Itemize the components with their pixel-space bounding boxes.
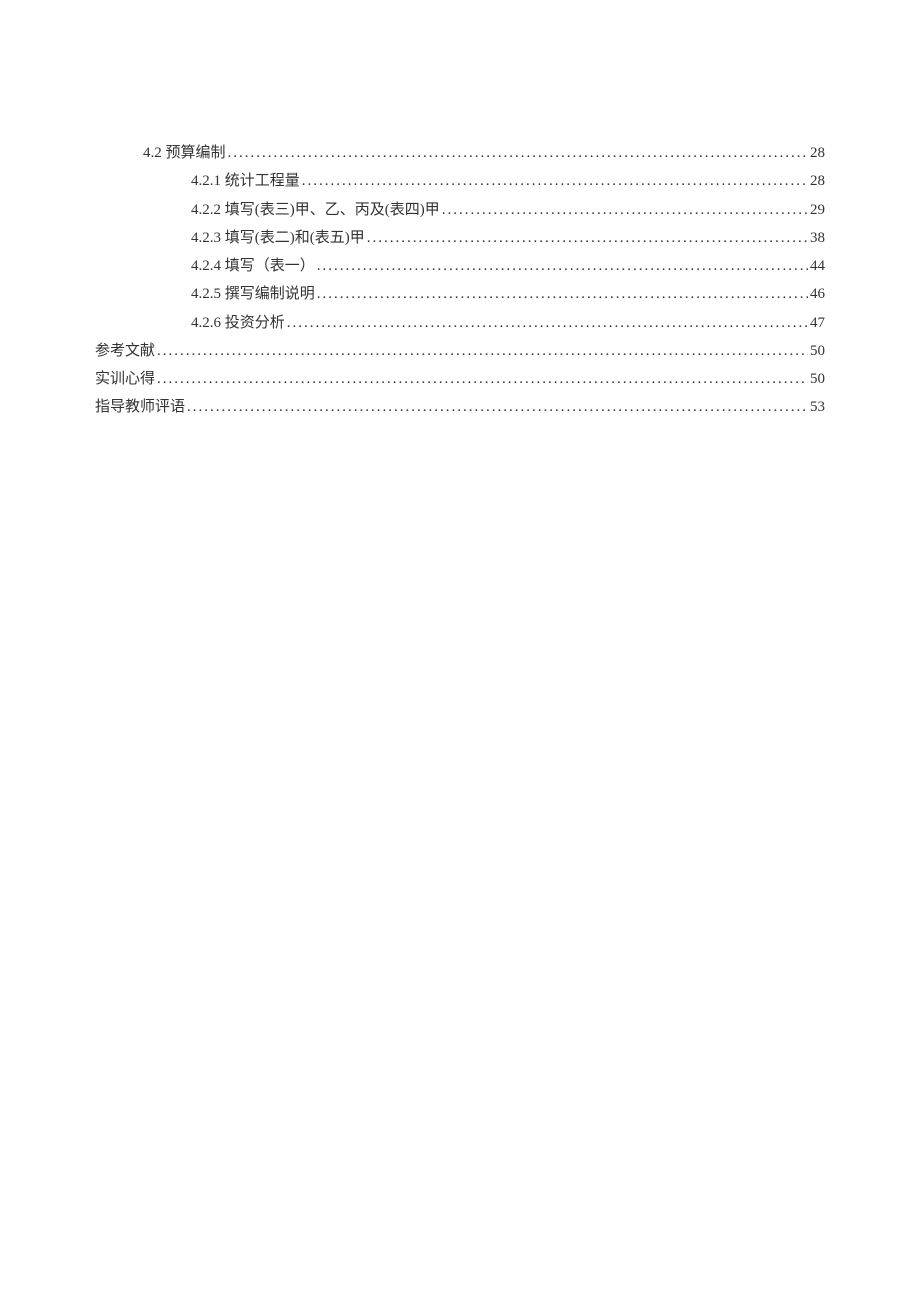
toc-leader-dots — [157, 338, 808, 364]
toc-entry: 4.2.5 撰写编制说明 46 — [95, 281, 825, 307]
toc-entry: 4.2.4 填写（表一） 44 — [95, 253, 825, 279]
toc-label: 4.2.5 撰写编制说明 — [191, 281, 315, 307]
toc-entry: 4.2.1 统计工程量 28 — [95, 168, 825, 194]
toc-page-number: 53 — [810, 394, 825, 420]
toc-page-number: 28 — [810, 168, 825, 194]
toc-leader-dots — [302, 168, 808, 194]
toc-entry: 参考文献 50 — [95, 338, 825, 364]
toc-entry: 4.2.3 填写(表二)和(表五)甲 38 — [95, 225, 825, 251]
toc-label: 4.2.1 统计工程量 — [191, 168, 300, 194]
toc-entry: 指导教师评语 53 — [95, 394, 825, 420]
toc-page-number: 50 — [810, 338, 825, 364]
toc-entry: 实训心得 50 — [95, 366, 825, 392]
toc-page-number: 28 — [810, 140, 825, 166]
toc-page-number: 38 — [810, 225, 825, 251]
toc-entry: 4.2.2 填写(表三)甲、乙、丙及(表四)甲 29 — [95, 197, 825, 223]
toc-label: 实训心得 — [95, 366, 155, 392]
toc-leader-dots — [317, 253, 808, 279]
toc-label: 4.2.2 填写(表三)甲、乙、丙及(表四)甲 — [191, 197, 440, 223]
toc-leader-dots — [317, 281, 808, 307]
toc-label: 4.2.6 投资分析 — [191, 310, 285, 336]
toc-leader-dots — [157, 366, 808, 392]
toc-page-number: 44 — [810, 253, 825, 279]
toc-leader-dots — [367, 225, 808, 251]
toc-page-number: 29 — [810, 197, 825, 223]
toc-label: 参考文献 — [95, 338, 155, 364]
toc-label: 4.2 预算编制 — [143, 140, 226, 166]
toc-label: 4.2.3 填写(表二)和(表五)甲 — [191, 225, 365, 251]
toc-entry: 4.2 预算编制 28 — [95, 140, 825, 166]
toc-leader-dots — [187, 394, 808, 420]
toc-entry: 4.2.6 投资分析 47 — [95, 310, 825, 336]
toc-page-number: 47 — [810, 310, 825, 336]
toc-page-number: 46 — [810, 281, 825, 307]
toc-label: 指导教师评语 — [95, 394, 185, 420]
toc-leader-dots — [228, 140, 808, 166]
toc-leader-dots — [287, 310, 808, 336]
table-of-contents: 4.2 预算编制 28 4.2.1 统计工程量 28 4.2.2 填写(表三)甲… — [95, 140, 825, 421]
toc-page-number: 50 — [810, 366, 825, 392]
toc-label: 4.2.4 填写（表一） — [191, 253, 315, 279]
toc-leader-dots — [442, 197, 808, 223]
